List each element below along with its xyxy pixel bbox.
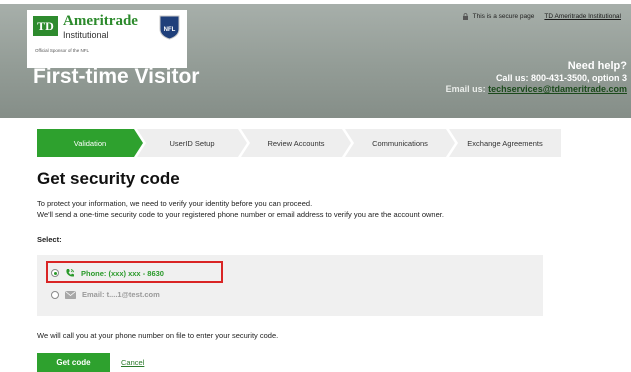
secure-notice: This is a secure page bbox=[462, 13, 535, 21]
page-title: First-time Visitor bbox=[33, 65, 200, 88]
step-communications: Communications bbox=[345, 129, 455, 157]
phone-icon bbox=[66, 269, 74, 277]
td-logo-icon: TD bbox=[33, 16, 58, 36]
step-review-accounts: Review Accounts bbox=[241, 129, 351, 157]
help-title: Need help? bbox=[567, 60, 627, 72]
envelope-icon bbox=[65, 290, 76, 299]
email-radio[interactable] bbox=[51, 290, 59, 299]
help-email-link[interactable]: techservices@tdameritrade.com bbox=[488, 84, 627, 94]
sponsor-text: Official Sponsor of the NFL bbox=[35, 48, 89, 53]
help-email-label: Email us: bbox=[445, 84, 486, 94]
help-block: Need help? Call us: 800-431-3500, option… bbox=[446, 60, 627, 94]
header-banner: TD Ameritrade Institutional Official Spo… bbox=[0, 0, 631, 118]
intro-text: To protect your information, we need to … bbox=[37, 198, 617, 220]
email-option-label: Email: t....1@test.com bbox=[82, 290, 160, 299]
step-userid-setup: UserID Setup bbox=[137, 129, 247, 157]
nfl-shield-icon: NFL bbox=[159, 15, 180, 40]
phone-option-label: Phone: (xxx) xxx - 8630 bbox=[81, 268, 164, 278]
institutional-link[interactable]: TD Ameritrade Institutional bbox=[544, 13, 621, 20]
intro-line-1: To protect your information, we need to … bbox=[37, 199, 313, 208]
secure-text: This is a secure page bbox=[472, 13, 535, 21]
nfl-shield-text: NFL bbox=[164, 27, 176, 33]
contact-options: Phone: (xxx) xxx - 8630 Email: t....1@te… bbox=[37, 255, 543, 316]
step-validation: Validation bbox=[37, 129, 143, 157]
lock-icon bbox=[462, 13, 468, 20]
phone-radio[interactable] bbox=[51, 269, 59, 277]
call-note: We will call you at your phone number on… bbox=[37, 331, 279, 340]
step-progress: Validation UserID Setup Review Accounts … bbox=[37, 129, 561, 157]
get-code-button[interactable]: Get code bbox=[37, 353, 110, 372]
secure-area: This is a secure page TD Ameritrade Inst… bbox=[462, 13, 621, 20]
step-exchange-agreements: Exchange Agreements bbox=[449, 129, 561, 157]
select-label: Select: bbox=[37, 235, 62, 244]
brand-sub: Institutional bbox=[63, 30, 109, 40]
help-phone: Call us: 800-431-3500, option 3 bbox=[495, 73, 627, 83]
cancel-link[interactable]: Cancel bbox=[121, 358, 144, 367]
phone-option[interactable]: Phone: (xxx) xxx - 8630 bbox=[51, 268, 164, 278]
help-email-line: Email us: techservices@tdameritrade.com bbox=[446, 84, 627, 94]
section-title: Get security code bbox=[37, 169, 180, 188]
email-option[interactable]: Email: t....1@test.com bbox=[51, 290, 160, 299]
brand-logo[interactable]: TD Ameritrade Institutional Official Spo… bbox=[27, 10, 187, 68]
brand-name: Ameritrade bbox=[63, 13, 138, 29]
intro-line-2: We'll send a one-time security code to y… bbox=[37, 210, 444, 219]
